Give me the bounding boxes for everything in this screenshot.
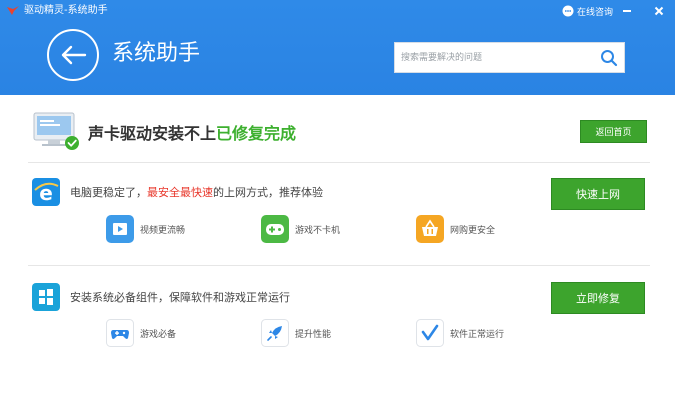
- back-home-button[interactable]: 返回首页: [580, 120, 647, 143]
- divider: [28, 265, 650, 266]
- gamepad-icon: [106, 319, 134, 347]
- close-button[interactable]: [650, 2, 668, 20]
- browser-recommend-text: 电脑更稳定了，最安全最快速的上网方式，推荐体验: [70, 186, 323, 200]
- back-button[interactable]: [47, 29, 99, 81]
- window-title: 驱动精灵-系统助手: [24, 5, 108, 16]
- repair-status-text: 声卡驱动安装不上已修复完成: [88, 120, 296, 144]
- minimize-icon: [623, 10, 631, 12]
- gamepad-icon: [261, 215, 289, 243]
- rocket-icon: [261, 319, 289, 347]
- feature-shopping: 网购更安全: [416, 215, 495, 243]
- page-title: 系统助手: [112, 41, 201, 66]
- fast-internet-button[interactable]: 快速上网: [551, 178, 645, 210]
- repair-problem-text: 声卡驱动安装不上: [88, 124, 217, 143]
- feature-label: 视频更流畅: [140, 225, 186, 236]
- feature-performance: 提升性能: [261, 319, 331, 347]
- repair-done-text: 已修复完成: [216, 124, 297, 143]
- feature-label: 网购更安全: [450, 225, 496, 236]
- arrow-left-icon: [61, 45, 87, 65]
- ie-browser-icon: e: [32, 178, 60, 206]
- search-box: [394, 42, 625, 73]
- feature-label: 提升性能: [295, 329, 332, 340]
- header-bar: 驱动精灵-系统助手 在线咨询 系统助手: [0, 0, 675, 95]
- computer-repaired-icon: [33, 112, 79, 150]
- feature-game-essentials: 游戏必备: [106, 319, 176, 347]
- basket-icon: [416, 215, 444, 243]
- divider: [28, 162, 650, 163]
- repair-recommend-text: 安装系统必备组件，保障软件和游戏正常运行: [70, 291, 290, 304]
- video-icon: [106, 215, 134, 243]
- title-bar: 驱动精灵-系统助手 在线咨询: [0, 0, 675, 24]
- check-icon: [416, 319, 444, 347]
- search-input[interactable]: [395, 43, 595, 72]
- feature-software-run: 软件正常运行: [416, 319, 504, 347]
- feature-label: 游戏必备: [140, 329, 177, 340]
- feature-video: 视频更流畅: [106, 215, 185, 243]
- feature-label: 游戏不卡机: [295, 225, 341, 236]
- browser-text-after: 的上网方式，推荐体验: [213, 186, 323, 199]
- windows-components-icon: [32, 283, 60, 311]
- online-consult-link[interactable]: 在线咨询: [562, 3, 613, 19]
- search-icon[interactable]: [599, 48, 619, 68]
- app-logo-icon: [7, 6, 19, 15]
- close-icon: [654, 6, 664, 16]
- feature-game: 游戏不卡机: [261, 215, 340, 243]
- minimize-button[interactable]: [618, 2, 636, 20]
- browser-text-before: 电脑更稳定了，: [70, 186, 147, 199]
- online-consult-label: 在线咨询: [577, 7, 614, 18]
- browser-text-highlight: 最安全最快速: [147, 186, 213, 199]
- chat-bubble-icon: [562, 5, 574, 17]
- repair-now-button[interactable]: 立即修复: [551, 282, 645, 314]
- feature-label: 软件正常运行: [450, 329, 505, 340]
